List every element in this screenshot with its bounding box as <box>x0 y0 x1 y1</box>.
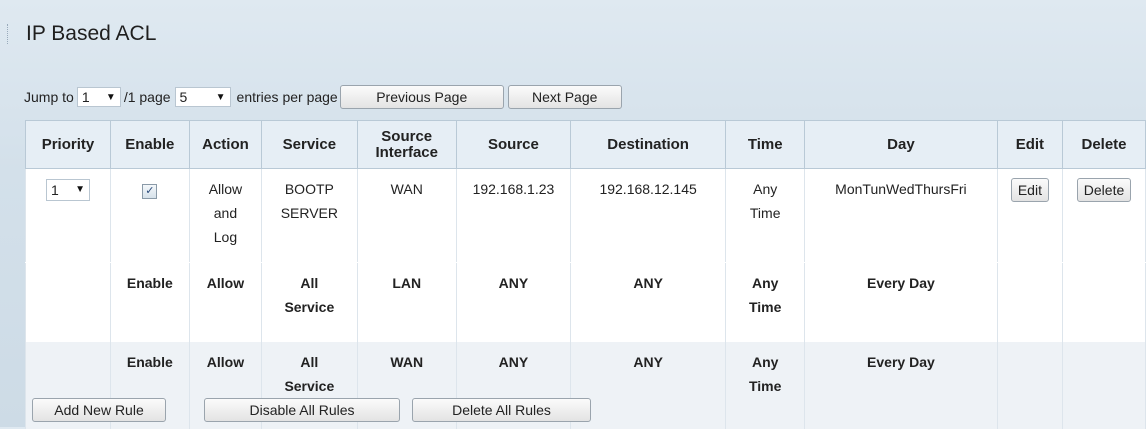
priority-cell: 1 ▼ <box>25 168 111 263</box>
action-cell: Allow and Log <box>188 168 263 263</box>
time-text: Any Time <box>749 181 781 221</box>
entries-per-page-label: entries per page <box>236 89 338 105</box>
service-cell: BOOTP SERVER <box>261 168 358 263</box>
previous-page-button[interactable]: Previous Page <box>339 85 504 109</box>
day-cell: MonTunWedThursFri <box>804 168 998 263</box>
time-text: Any Time <box>748 354 782 394</box>
priority-cell <box>25 262 111 342</box>
time-cell: Any Time <box>725 262 806 342</box>
entries-per-page-select[interactable]: 5 ▼ <box>174 87 231 107</box>
delete-all-rules-button[interactable]: Delete All Rules <box>412 398 591 422</box>
header-action: Action <box>188 120 263 169</box>
delete-button[interactable]: Delete <box>1076 178 1132 202</box>
header-priority: Priority <box>25 120 111 169</box>
enable-cell: ✓ <box>109 168 190 263</box>
time-cell: Any Time <box>725 342 806 429</box>
enable-cell: Enable <box>109 262 190 342</box>
header-enable: Enable <box>109 120 190 169</box>
source-cell: ANY <box>455 262 571 342</box>
add-new-rule-button[interactable]: Add New Rule <box>32 398 166 422</box>
header-delete: Delete <box>1062 120 1146 169</box>
jump-to-label: Jump to <box>24 89 74 105</box>
header-source-interface: Source Interface <box>356 120 457 169</box>
delete-cell <box>1062 262 1146 342</box>
frame-edge <box>7 24 9 44</box>
header-service: Service <box>261 120 358 169</box>
source-interface-cell: LAN <box>356 262 457 342</box>
priority-select[interactable]: 1 ▼ <box>45 179 90 201</box>
page-count-label: /1 page <box>123 89 171 105</box>
pagination-bar: Jump to 1 ▼ /1 page 5 ▼ entries per page… <box>24 84 622 110</box>
service-cell: All Service <box>261 262 358 342</box>
edit-cell <box>996 262 1064 342</box>
action-text: Allow and Log <box>208 181 243 245</box>
service-text: BOOTP SERVER <box>280 181 339 221</box>
destination-cell: 192.168.12.145 <box>569 168 727 263</box>
service-text: All Service <box>284 275 335 315</box>
delete-cell <box>1062 342 1146 429</box>
source-interface-cell: WAN <box>356 168 457 263</box>
header-day: Day <box>804 120 998 169</box>
chevron-down-icon: ▼ <box>105 91 116 103</box>
edit-cell <box>996 342 1064 429</box>
service-text: All Service <box>284 354 335 394</box>
time-text: Any Time <box>748 275 782 315</box>
action-cell: Allow <box>188 262 263 342</box>
day-cell: Every Day <box>804 342 998 429</box>
table-header-row: Priority Enable Action Service Source In… <box>25 120 1146 169</box>
header-edit: Edit <box>996 120 1064 169</box>
page-title: IP Based ACL <box>26 22 157 45</box>
page-select-value: 1 <box>81 89 90 105</box>
header-destination: Destination <box>569 120 727 169</box>
edit-button[interactable]: Edit <box>1010 178 1049 202</box>
page-select[interactable]: 1 ▼ <box>76 87 121 107</box>
next-page-button[interactable]: Next Page <box>507 85 622 109</box>
header-time: Time <box>725 120 806 169</box>
acl-rules-table: Priority Enable Action Service Source In… <box>25 120 1146 429</box>
enable-checkbox[interactable]: ✓ <box>142 184 158 199</box>
priority-select-value: 1 <box>50 182 59 198</box>
table-row: Enable Allow All Service LAN ANY ANY Any… <box>25 262 1146 342</box>
header-source: Source <box>455 120 571 169</box>
table-row: 1 ▼ ✓ Allow and Log BOOTP SERVER WAN 192… <box>25 168 1146 263</box>
source-cell: 192.168.1.23 <box>455 168 571 263</box>
header-source-interface-text: Source Interface <box>375 127 438 161</box>
rule-actions-bar: Add New Rule Disable All Rules Delete Al… <box>32 398 591 422</box>
time-cell: Any Time <box>725 168 806 263</box>
day-cell: Every Day <box>804 262 998 342</box>
destination-cell: ANY <box>569 342 727 429</box>
disable-all-rules-button[interactable]: Disable All Rules <box>204 398 400 422</box>
checkbox-checked-icon: ✓ <box>145 185 155 197</box>
chevron-down-icon: ▼ <box>75 184 85 195</box>
entries-select-value: 5 <box>179 89 188 105</box>
chevron-down-icon: ▼ <box>215 91 226 103</box>
destination-cell: ANY <box>569 262 727 342</box>
delete-cell: Delete <box>1062 168 1146 263</box>
edit-cell: Edit <box>996 168 1064 263</box>
